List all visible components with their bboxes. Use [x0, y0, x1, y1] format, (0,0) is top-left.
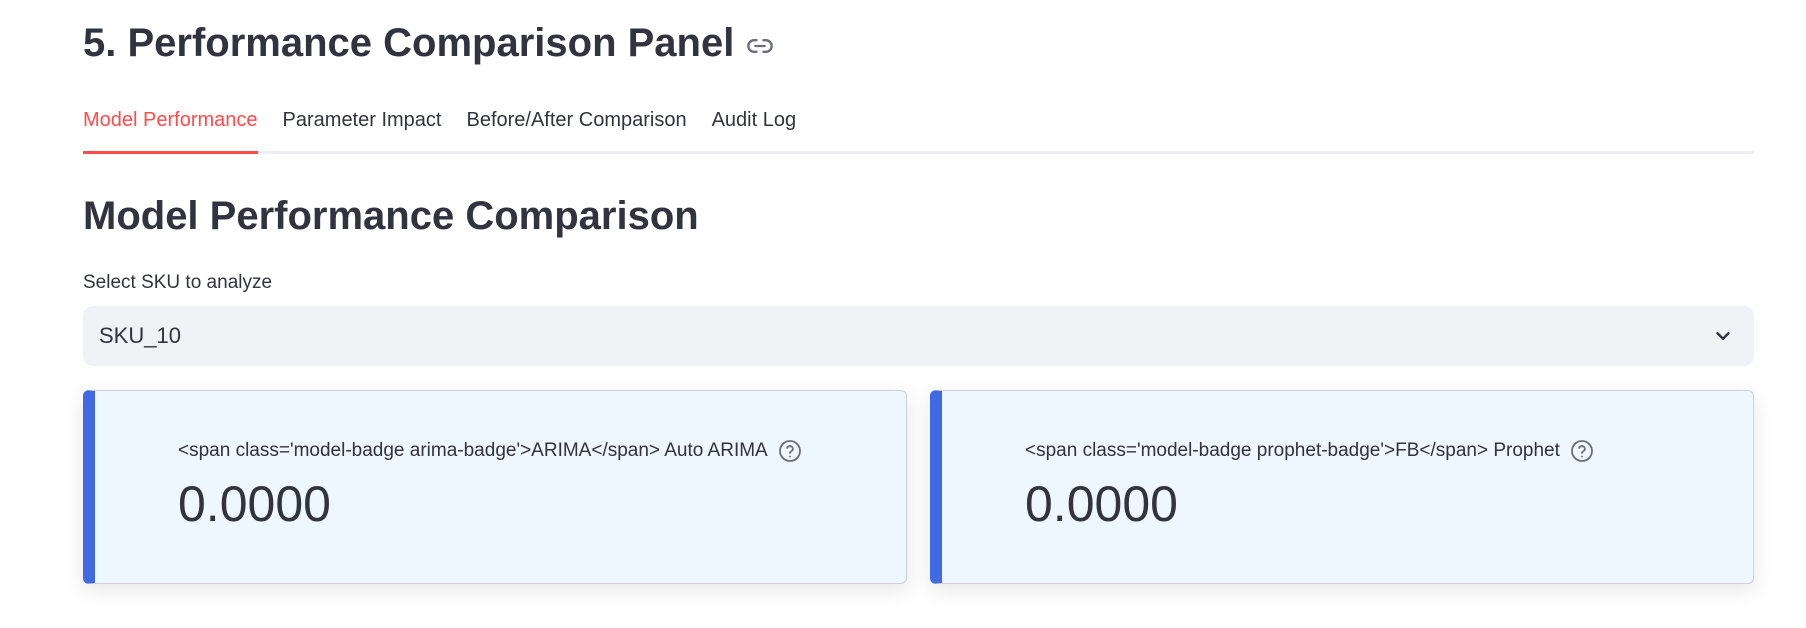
metric-value-prophet: 0.0000: [1025, 476, 1178, 532]
tab-before-after-comparison[interactable]: Before/After Comparison: [466, 98, 686, 154]
chevron-down-icon[interactable]: [1712, 325, 1734, 347]
tab-audit-log[interactable]: Audit Log: [712, 98, 797, 154]
metric-label-arima: <span class='model-badge arima-badge'>AR…: [178, 440, 768, 461]
section-title-text: 5. Performance Comparison Panel: [83, 21, 735, 65]
sku-select-value: SKU_10: [99, 323, 181, 348]
sku-select[interactable]: SKU_10: [83, 306, 1754, 366]
metric-card-prophet: <span class='model-badge prophet-badge'>…: [930, 390, 1754, 584]
sku-select-label: Select SKU to analyze: [83, 272, 273, 293]
link-icon[interactable]: [746, 32, 774, 60]
tab-bar: Model Performance Parameter Impact Befor…: [83, 98, 1754, 154]
section-title: 5. Performance Comparison Panel: [83, 14, 774, 72]
metric-label-prophet: <span class='model-badge prophet-badge'>…: [1025, 440, 1560, 461]
tab-model-performance[interactable]: Model Performance: [83, 98, 258, 154]
metric-label-row: <span class='model-badge prophet-badge'>…: [1025, 439, 1594, 463]
question-circle-icon[interactable]: [1570, 439, 1594, 463]
metric-value-arima: 0.0000: [178, 476, 331, 532]
question-circle-icon[interactable]: [778, 439, 802, 463]
page: 5. Performance Comparison Panel Model Pe…: [0, 0, 1806, 628]
tab-parameter-impact[interactable]: Parameter Impact: [283, 98, 442, 154]
panel-title: Model Performance Comparison: [83, 194, 699, 238]
metric-card-arima: <span class='model-badge arima-badge'>AR…: [83, 390, 907, 584]
metric-label-row: <span class='model-badge arima-badge'>AR…: [178, 439, 802, 463]
